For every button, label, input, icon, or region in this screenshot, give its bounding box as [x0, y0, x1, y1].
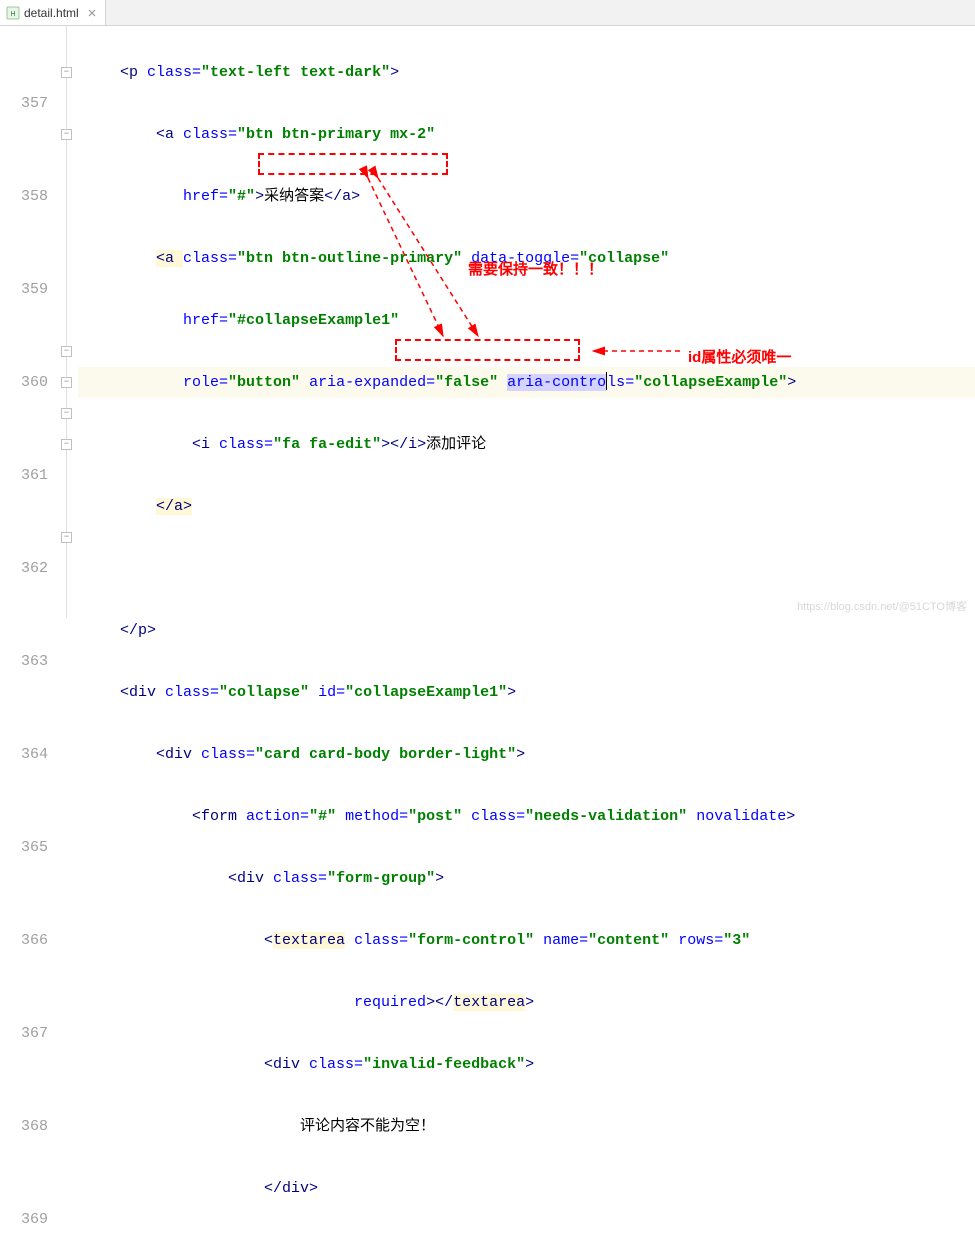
line-number: 360	[0, 367, 48, 398]
line-number: 364	[0, 739, 48, 770]
fold-marker-icon[interactable]: −	[61, 377, 72, 388]
fold-marker-icon[interactable]: −	[61, 67, 72, 78]
fold-marker-icon[interactable]: −	[61, 129, 72, 140]
line-number: 359	[0, 274, 48, 305]
fold-marker-icon[interactable]: −	[61, 439, 72, 450]
code-line[interactable]: <i class="fa fa-edit"></i>添加评论	[78, 429, 975, 460]
fold-column: − − − − − − −	[58, 26, 78, 618]
html-file-icon: H	[6, 6, 20, 20]
code-area[interactable]: <p class="text-left text-dark"> <a class…	[78, 26, 975, 618]
file-tab[interactable]: H detail.html	[0, 0, 106, 25]
code-line[interactable]: <textarea class="form-control" name="con…	[78, 925, 975, 956]
code-line[interactable]: <a class="btn btn-primary mx-2"	[78, 119, 975, 150]
code-line[interactable]: href="#collapseExample1"	[78, 305, 975, 336]
code-editor[interactable]: 357 358 359 360 361 362 363 364 365 366 …	[0, 26, 975, 618]
code-line[interactable]: <form action="#" method="post" class="ne…	[78, 801, 975, 832]
line-number: 362	[0, 553, 48, 584]
line-gutter: 357 358 359 360 361 362 363 364 365 366 …	[0, 26, 58, 618]
code-line[interactable]: </div>	[78, 1173, 975, 1204]
line-number: 366	[0, 925, 48, 956]
highlight-box-id	[395, 339, 580, 361]
line-number: 368	[0, 1111, 48, 1142]
line-number: 361	[0, 460, 48, 491]
fold-marker-icon[interactable]: −	[61, 346, 72, 357]
line-number: 363	[0, 646, 48, 677]
close-icon[interactable]	[87, 8, 97, 18]
code-line[interactable]: role="button" aria-expanded="false" aria…	[78, 367, 975, 398]
code-line[interactable]	[78, 553, 975, 584]
code-line[interactable]: </a>	[78, 491, 975, 522]
line-number: 358	[0, 181, 48, 212]
tab-bar: H detail.html	[0, 0, 975, 26]
code-line[interactable]: <div class="card card-body border-light"…	[78, 739, 975, 770]
code-line[interactable]: </p>	[78, 615, 975, 646]
highlight-box-href	[258, 153, 448, 175]
fold-marker-icon[interactable]: −	[61, 408, 72, 419]
code-line[interactable]: 评论内容不能为空！	[78, 1111, 975, 1142]
line-number: 365	[0, 832, 48, 863]
code-line[interactable]: <div class="form-group">	[78, 863, 975, 894]
fold-marker-icon[interactable]: −	[61, 532, 72, 543]
line-number: 367	[0, 1018, 48, 1049]
code-line[interactable]: <div class="collapse" id="collapseExampl…	[78, 677, 975, 708]
line-number: 369	[0, 1204, 48, 1235]
tab-filename: detail.html	[24, 6, 79, 20]
code-line[interactable]: <p class="text-left text-dark">	[78, 57, 975, 88]
code-line[interactable]: href="#">采纳答案</a>	[78, 181, 975, 212]
code-line[interactable]: required></textarea>	[78, 987, 975, 1018]
code-line[interactable]: <div class="invalid-feedback">	[78, 1049, 975, 1080]
code-line[interactable]: <a class="btn btn-outline-primary" data-…	[78, 243, 975, 274]
svg-text:H: H	[10, 11, 15, 18]
line-number: 357	[0, 88, 48, 119]
